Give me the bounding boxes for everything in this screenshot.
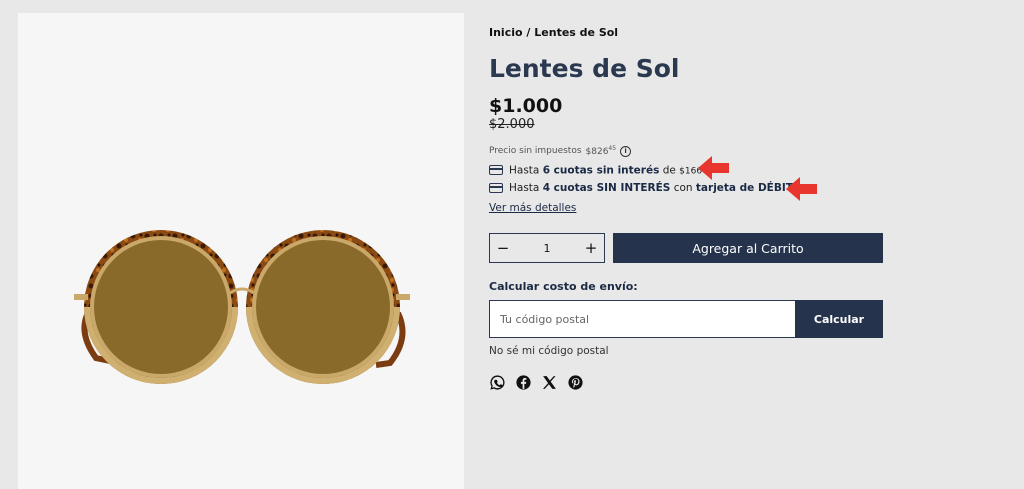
- postal-code-input[interactable]: [489, 300, 795, 338]
- quantity-stepper: − 1 +: [489, 233, 605, 263]
- product-old-price: $2.000: [489, 117, 535, 132]
- product-image-panel: [18, 13, 464, 489]
- breadcrumb-current: Lentes de Sol: [534, 26, 619, 39]
- page-title: Lentes de Sol: [489, 54, 680, 83]
- price-without-tax: Precio sin impuestos $82645 i: [489, 145, 632, 157]
- add-to-cart-button[interactable]: Agregar al Carrito: [613, 233, 883, 263]
- more-details-link[interactable]: Ver más detalles: [489, 202, 576, 214]
- facebook-icon[interactable]: [515, 374, 532, 391]
- decrease-quantity-button[interactable]: −: [490, 239, 516, 257]
- arrow-left-icon: [786, 177, 817, 201]
- installment-row-debit: Hasta 4 cuotas SIN INTERÉS con tarjeta d…: [489, 182, 802, 194]
- quantity-value[interactable]: 1: [516, 242, 578, 255]
- credit-card-icon: [489, 183, 503, 193]
- breadcrumb: Inicio / Lentes de Sol: [489, 26, 618, 39]
- share-icons: [489, 374, 584, 391]
- tax-value: $82645: [585, 145, 617, 157]
- tax-label: Precio sin impuestos: [489, 146, 582, 156]
- whatsapp-icon[interactable]: [489, 374, 506, 391]
- sunglasses-image: [74, 230, 410, 384]
- increase-quantity-button[interactable]: +: [578, 239, 604, 257]
- installment-text: Hasta 6 cuotas sin interés de $16667: [509, 164, 710, 177]
- info-icon[interactable]: i: [620, 145, 632, 157]
- credit-card-icon: [489, 165, 503, 176]
- installment-text: Hasta 4 cuotas SIN INTERÉS con tarjeta d…: [509, 182, 802, 194]
- breadcrumb-home-link[interactable]: Inicio: [489, 26, 523, 39]
- dont-know-postal-link[interactable]: No sé mi código postal: [489, 345, 609, 357]
- x-icon[interactable]: [541, 374, 558, 391]
- arrow-left-icon: [698, 156, 729, 180]
- installment-row-credit: Hasta 6 cuotas sin interés de $16667: [489, 164, 710, 177]
- breadcrumb-separator: /: [526, 26, 531, 39]
- pinterest-icon[interactable]: [567, 374, 584, 391]
- product-price: $1.000: [489, 95, 563, 117]
- calculate-shipping-button[interactable]: Calcular: [795, 300, 883, 338]
- shipping-label: Calcular costo de envío:: [489, 280, 638, 293]
